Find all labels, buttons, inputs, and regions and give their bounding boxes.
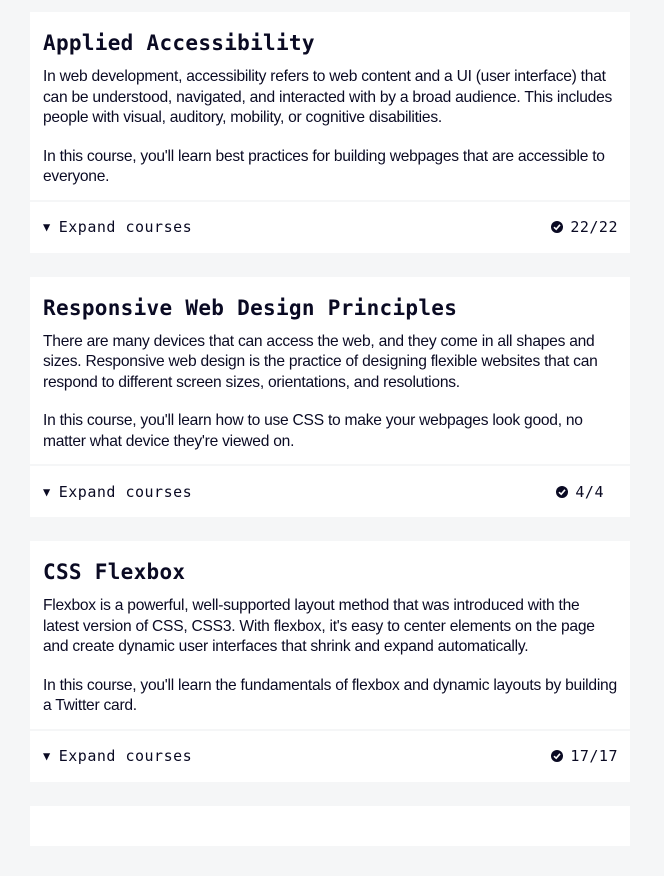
course-title: CSS Flexbox bbox=[43, 560, 186, 584]
course-list: Applied Accessibility In web development… bbox=[0, 0, 664, 846]
triangle-down-icon: ▼ bbox=[43, 749, 51, 763]
check-circle-icon bbox=[551, 221, 564, 233]
triangle-down-icon: ▼ bbox=[43, 220, 51, 234]
check-circle-icon bbox=[551, 750, 564, 762]
course-description: Flexbox is a powerful, well-supported la… bbox=[43, 597, 595, 655]
expand-label: Expand courses bbox=[58, 218, 193, 236]
course-title: Applied Accessibility bbox=[43, 31, 315, 55]
progress-count: 22/22 bbox=[551, 218, 618, 236]
progress-text: 4/4 bbox=[575, 482, 604, 501]
progress-count: 4/4 bbox=[556, 483, 604, 501]
expand-label: Expand courses bbox=[58, 747, 193, 765]
course-title: Responsive Web Design Principles bbox=[43, 295, 458, 320]
course-card: Applied Accessibility In web development… bbox=[30, 12, 630, 253]
progress-text: 17/17 bbox=[570, 747, 618, 765]
progress-text: 22/22 bbox=[570, 218, 618, 236]
course-description: There are many devices that can access t… bbox=[43, 332, 598, 391]
course-description: In this course, you'll learn best practi… bbox=[43, 147, 605, 186]
expand-courses-button[interactable]: ▼ Expand courses bbox=[43, 218, 192, 236]
progress-count: 17/17 bbox=[551, 747, 618, 765]
course-description: In this course, you'll learn the fundame… bbox=[43, 676, 617, 715]
course-card-partial bbox=[30, 805, 630, 846]
triangle-down-icon: ▼ bbox=[43, 484, 51, 499]
course-description: In this course, you'll learn how to use … bbox=[43, 412, 583, 450]
course-description: In web development, accessibility refers… bbox=[43, 68, 613, 126]
expand-courses-button[interactable]: ▼ Expand courses bbox=[43, 483, 192, 501]
expand-label: Expand courses bbox=[58, 482, 193, 501]
check-circle-icon bbox=[556, 485, 569, 498]
expand-courses-button[interactable]: ▼ Expand courses bbox=[43, 747, 192, 765]
course-card: Responsive Web Design Principles There a… bbox=[30, 276, 630, 517]
course-card: CSS Flexbox Flexbox is a powerful, well-… bbox=[30, 541, 630, 782]
